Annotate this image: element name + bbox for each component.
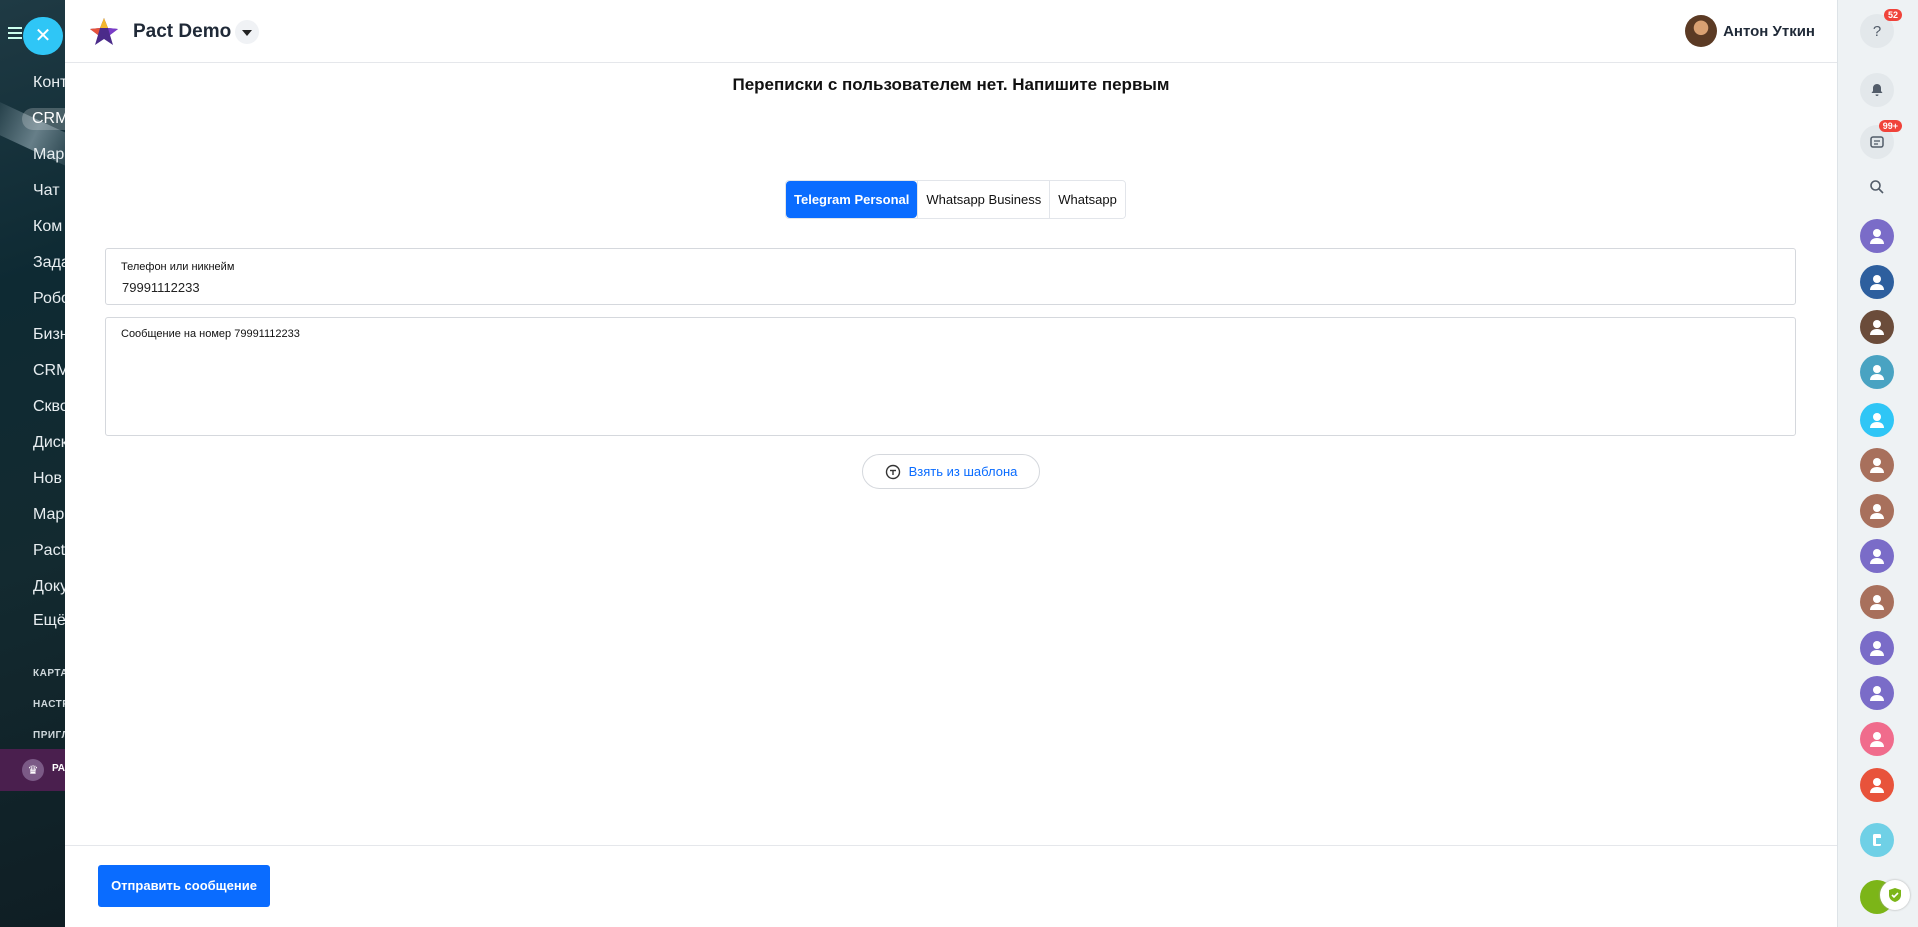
contact-avatar[interactable] [1860,494,1894,528]
bg-menu-item[interactable]: Конт [33,74,66,92]
user-icon [1870,458,1884,473]
bg-menu-item[interactable]: Робо [33,290,66,308]
contact-avatar[interactable] [1860,768,1894,802]
bg-menu-item[interactable]: Мар [33,146,64,164]
user-icon [1870,732,1884,747]
menu-icon[interactable] [8,24,22,42]
shield-icon[interactable] [1880,880,1910,910]
close-slider-button[interactable]: ✕ [23,17,63,55]
help-icon[interactable]: ? 52 [1860,9,1902,48]
pact-logo-icon [90,18,118,45]
phone-field-label: Телефон или никнейм [121,261,235,273]
contact-avatar[interactable] [1860,539,1894,573]
user-icon [1870,595,1884,610]
bg-menu-item[interactable]: Диск [33,434,66,452]
bg-menu-item[interactable]: Pact [33,542,65,560]
chat-badge: 99+ [1878,120,1902,132]
bg-menu-item[interactable]: Нов [33,470,62,488]
contact-avatar[interactable] [1860,310,1894,344]
phone-input[interactable] [122,280,1722,295]
message-field: Сообщение на номер 79991112233 [105,317,1796,436]
bg-small-item[interactable]: КАРТА [33,668,66,679]
pact-panel: Pact Demo Антон Уткин Переписки с пользо… [65,0,1837,927]
help-badge: 52 [1883,9,1902,21]
panel-header: Pact Demo Антон Уткин [65,0,1837,63]
contact-avatar[interactable] [1860,722,1894,756]
empty-conversation-message: Переписки с пользователем нет. Напишите … [732,75,1170,94]
bg-small-item[interactable]: ПРИГЛ [33,730,66,741]
user-name: Антон Уткин [1723,22,1815,40]
user-icon [1870,413,1884,428]
phone-field: Телефон или никнейм [105,248,1796,305]
contact-avatar[interactable] [1860,355,1894,389]
bg-small-item[interactable]: НАСТР [33,699,66,710]
contact-avatar[interactable] [1860,448,1894,482]
bg-menu-item[interactable]: Бизн [33,326,66,344]
send-message-button[interactable]: Отправить сообщение [98,865,270,907]
panel-footer: Отправить сообщение [65,845,1837,927]
bg-menu-item[interactable]: CRM [22,108,66,130]
message-field-label: Сообщение на номер 79991112233 [121,328,300,340]
template-icon [885,464,900,479]
contact-avatar[interactable] [1860,219,1894,253]
plan-banner-text: РА [52,763,66,774]
user-icon [1870,320,1884,335]
bg-menu-item[interactable]: Ещё [33,612,66,630]
user-icon [1870,641,1884,656]
contact-avatar[interactable] [1860,265,1894,299]
background-sidebar: Конт CRM Мар Чат Ком Зада Робо Бизн CRM … [0,0,66,927]
bg-menu-item[interactable]: Ком [33,218,62,236]
message-textarea[interactable] [121,348,1776,428]
template-button-label: Взять из шаблона [908,464,1018,479]
channel-tab-telegram-personal[interactable]: Telegram Personal [786,181,918,218]
bg-menu-item[interactable]: Доку [33,578,66,596]
bell-icon[interactable] [1860,73,1894,107]
avatar [1685,15,1718,47]
bg-menu-item[interactable]: Скво [33,398,66,416]
transfer-icon[interactable] [1860,823,1894,857]
user-icon [1870,229,1884,244]
user-icon [1870,504,1884,519]
chat-list-icon[interactable]: 99+ [1860,120,1902,159]
channel-tab-whatsapp-business[interactable]: Whatsapp Business [917,181,1050,218]
bg-menu-item[interactable]: Мар [33,506,64,524]
search-icon[interactable] [1860,170,1894,204]
channel-switcher: Telegram Personal Whatsapp Business What… [785,180,1126,219]
channel-tab-whatsapp[interactable]: Whatsapp [1049,181,1125,218]
contact-avatar[interactable] [1860,585,1894,619]
app-title: Pact Demo [133,21,232,42]
template-button[interactable]: Взять из шаблона [862,454,1040,489]
contact-avatar[interactable] [1860,676,1894,710]
plan-banner[interactable]: ♛ РА [0,749,66,791]
user-icon [1870,365,1884,380]
bg-menu-item[interactable]: Зада [33,254,66,272]
bg-menu-item[interactable]: Чат [33,182,60,200]
right-toolbar: ? 52 99+ [1837,0,1918,927]
user-icon [1870,778,1884,793]
user-icon [1870,275,1884,290]
crown-icon: ♛ [22,759,44,781]
chevron-down-icon[interactable] [235,20,259,44]
user-icon [1870,549,1884,564]
bg-menu-item[interactable]: CRM [33,362,66,380]
contact-avatar[interactable] [1860,631,1894,665]
user-icon [1870,686,1884,701]
user-profile[interactable]: Антон Уткин [1685,15,1815,47]
contact-avatar[interactable] [1860,403,1894,437]
